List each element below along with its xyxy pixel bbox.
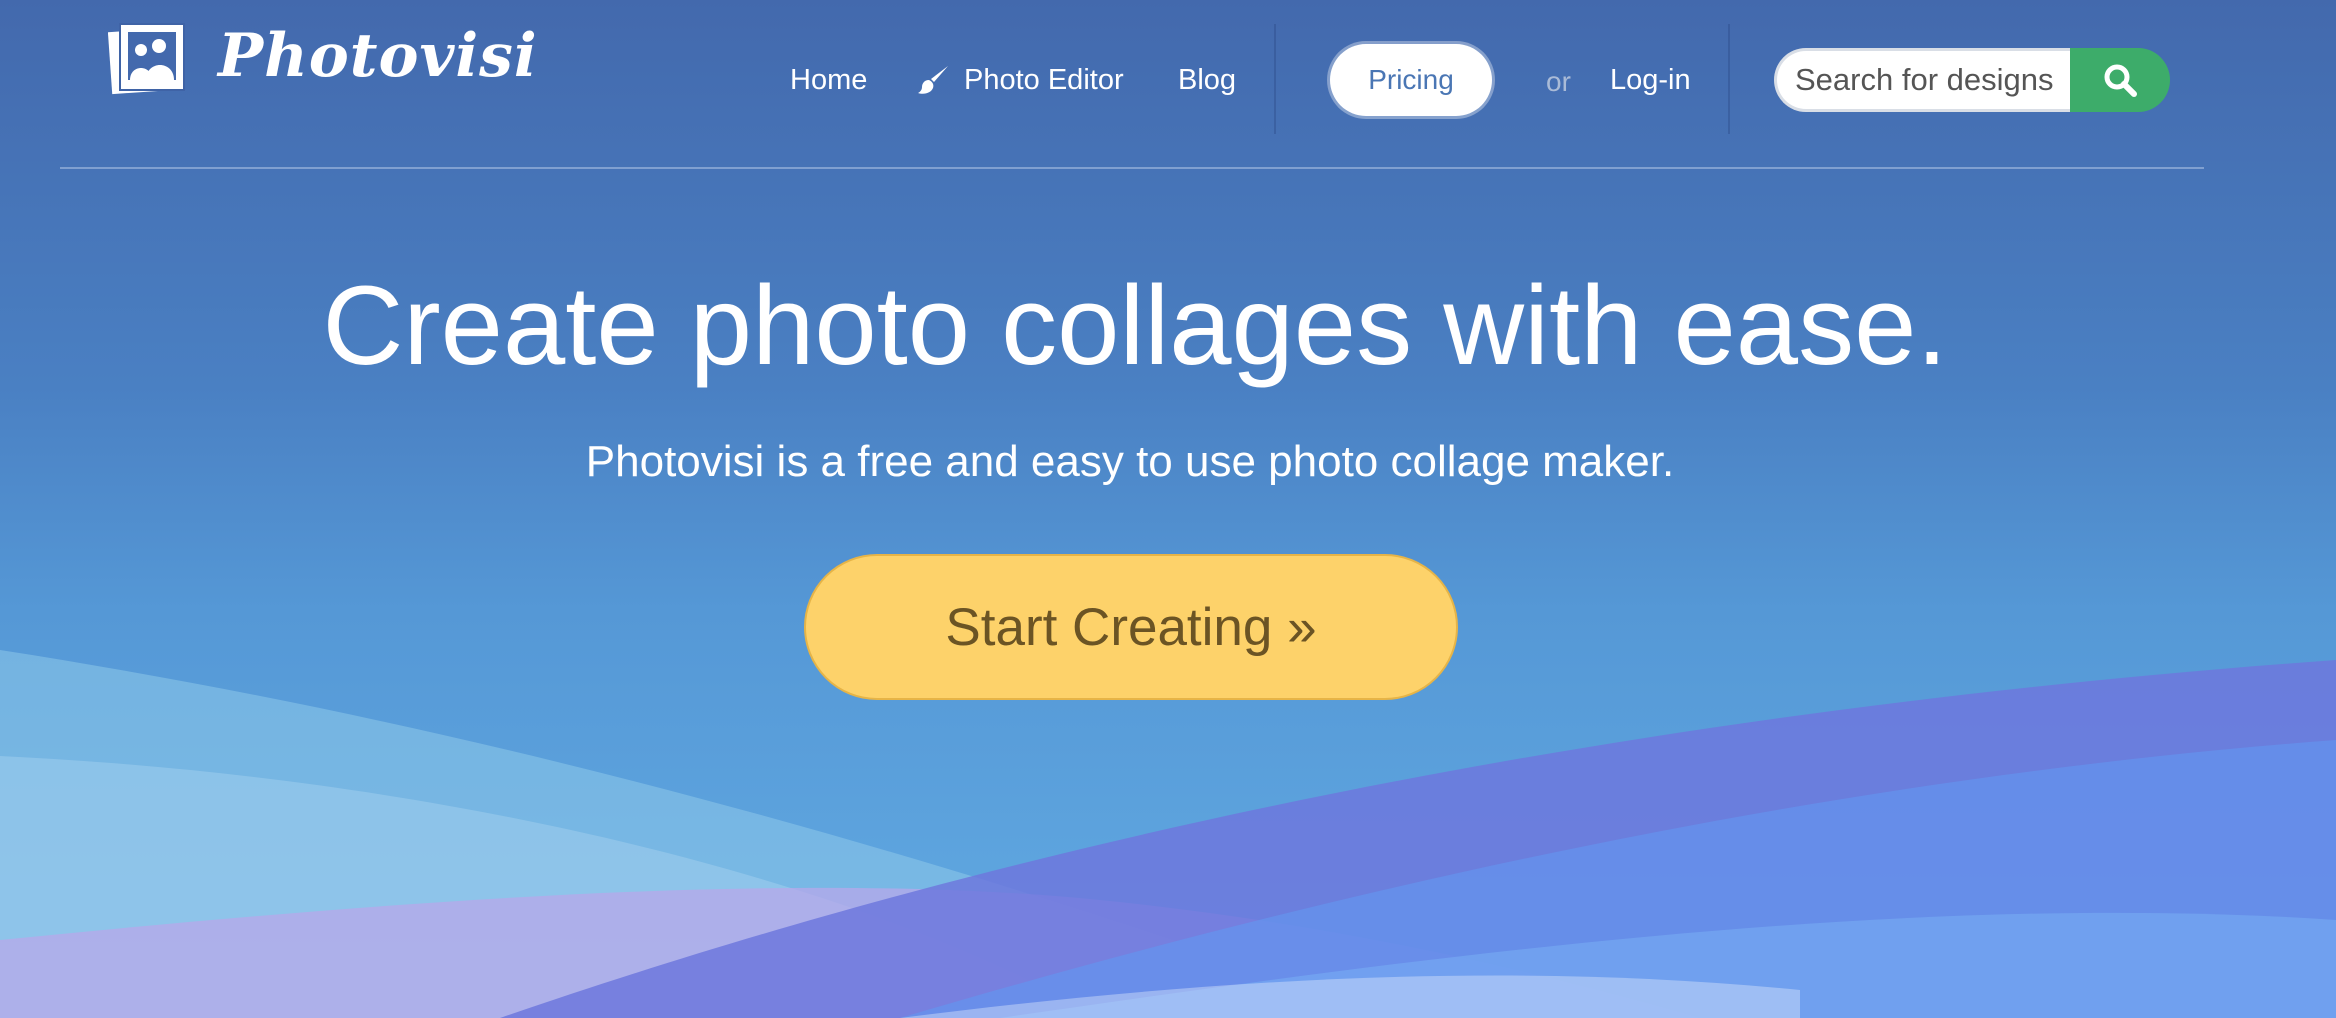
nav-photo-editor-label: Photo Editor: [964, 64, 1124, 96]
search-input[interactable]: [1774, 48, 2070, 112]
site-header: Photovisi Home Photo Editor Blog Pricing…: [0, 0, 2336, 169]
brand-logo[interactable]: Photovisi: [107, 18, 538, 102]
nav-divider: [1728, 24, 1730, 134]
hero-subtitle: Photovisi is a free and easy to use phot…: [585, 437, 1675, 486]
nav-divider: [1274, 24, 1276, 134]
search-button[interactable]: [2070, 48, 2170, 112]
nav-home-link[interactable]: Home: [790, 58, 867, 102]
brand-name: Photovisi: [218, 21, 538, 91]
pricing-button[interactable]: Pricing: [1330, 44, 1492, 116]
header-divider-line: [60, 167, 2204, 169]
login-link[interactable]: Log-in: [1610, 58, 1691, 102]
nav-photo-editor-link[interactable]: Photo Editor: [918, 58, 1124, 102]
start-creating-button[interactable]: Start Creating »: [804, 554, 1458, 700]
search-icon: [2104, 64, 2137, 97]
paintbrush-icon: [918, 66, 948, 94]
photo-people-icon: [107, 20, 188, 100]
or-separator: or: [1546, 66, 1571, 97]
search-bar: [1774, 48, 2170, 112]
nav-blog-link[interactable]: Blog: [1178, 58, 1236, 102]
hero-title: Create photo collages with ease.: [322, 263, 1948, 388]
